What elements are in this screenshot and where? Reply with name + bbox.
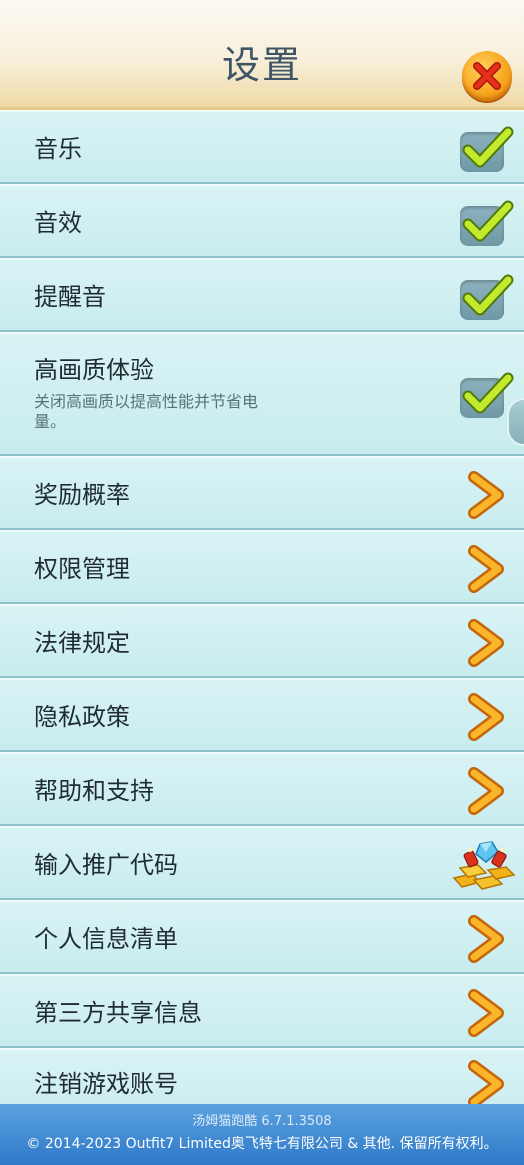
checkmark-icon bbox=[462, 274, 514, 316]
settings-screen: 设置 音乐 音效 提醒音 高画质体验 关闭高画质以提高性能并节省电量。 奖励概率… bbox=[0, 0, 524, 1165]
setting-label: 隐私政策 bbox=[34, 703, 130, 731]
setting-row-legal[interactable]: 法律规定 bbox=[0, 604, 524, 678]
setting-row-privacy-policy[interactable]: 隐私政策 bbox=[0, 678, 524, 752]
setting-row-permissions[interactable]: 权限管理 bbox=[0, 530, 524, 604]
page-title: 设置 bbox=[221, 43, 302, 87]
setting-label: 法律规定 bbox=[34, 629, 130, 657]
header-bar: 设置 bbox=[0, 0, 524, 110]
sound-effects-checkbox[interactable] bbox=[460, 200, 514, 246]
setting-label: 提醒音 bbox=[34, 283, 106, 311]
close-button[interactable] bbox=[462, 51, 512, 101]
chevron-right-icon[interactable] bbox=[464, 989, 508, 1037]
setting-row-reminder-sound[interactable]: 提醒音 bbox=[0, 258, 524, 332]
setting-label: 注销游戏账号 bbox=[34, 1070, 178, 1098]
chevron-right-icon[interactable] bbox=[464, 915, 508, 963]
setting-label: 第三方共享信息 bbox=[34, 999, 202, 1027]
close-icon bbox=[473, 62, 501, 90]
checkmark-icon bbox=[462, 126, 514, 168]
setting-label: 音效 bbox=[34, 209, 82, 237]
setting-row-third-party-sharing[interactable]: 第三方共享信息 bbox=[0, 974, 524, 1048]
setting-row-high-quality[interactable]: 高画质体验 关闭高画质以提高性能并节省电量。 bbox=[0, 332, 524, 456]
setting-label: 权限管理 bbox=[34, 555, 130, 583]
high-quality-checkbox[interactable] bbox=[460, 372, 514, 418]
setting-row-sound-effects[interactable]: 音效 bbox=[0, 184, 524, 258]
reminder-sound-checkbox[interactable] bbox=[460, 274, 514, 320]
copyright-text: © 2014-2023 Outfit7 Limited奥飞特七有限公司 & 其他… bbox=[26, 1136, 498, 1152]
chevron-right-icon[interactable] bbox=[464, 545, 508, 593]
setting-label: 音乐 bbox=[34, 135, 82, 163]
setting-label: 高画质体验 bbox=[34, 356, 154, 384]
setting-label: 输入推广代码 bbox=[34, 851, 178, 879]
chevron-right-icon[interactable] bbox=[464, 767, 508, 815]
gold-gift-icon[interactable] bbox=[450, 838, 516, 892]
setting-row-music[interactable]: 音乐 bbox=[0, 110, 524, 184]
setting-row-personal-info-list[interactable]: 个人信息清单 bbox=[0, 900, 524, 974]
setting-row-reward-probability[interactable]: 奖励概率 bbox=[0, 456, 524, 530]
chevron-right-icon[interactable] bbox=[464, 693, 508, 741]
chevron-right-icon[interactable] bbox=[464, 471, 508, 519]
setting-label: 帮助和支持 bbox=[34, 777, 154, 805]
setting-row-promo-code[interactable]: 输入推广代码 bbox=[0, 826, 524, 900]
checkmark-icon bbox=[462, 200, 514, 242]
setting-row-help-support[interactable]: 帮助和支持 bbox=[0, 752, 524, 826]
music-checkbox[interactable] bbox=[460, 126, 514, 172]
chevron-right-icon[interactable] bbox=[464, 619, 508, 667]
setting-label: 个人信息清单 bbox=[34, 925, 178, 953]
floating-side-tab[interactable] bbox=[507, 398, 524, 446]
chevron-right-icon[interactable] bbox=[464, 1060, 508, 1108]
setting-description: 关闭高画质以提高性能并节省电量。 bbox=[34, 392, 259, 431]
setting-label: 奖励概率 bbox=[34, 481, 130, 509]
footer-bar: 汤姆猫跑酷 6.7.1.3508 © 2014-2023 Outfit7 Lim… bbox=[0, 1104, 524, 1165]
version-text: 汤姆猫跑酷 6.7.1.3508 bbox=[192, 1114, 332, 1129]
